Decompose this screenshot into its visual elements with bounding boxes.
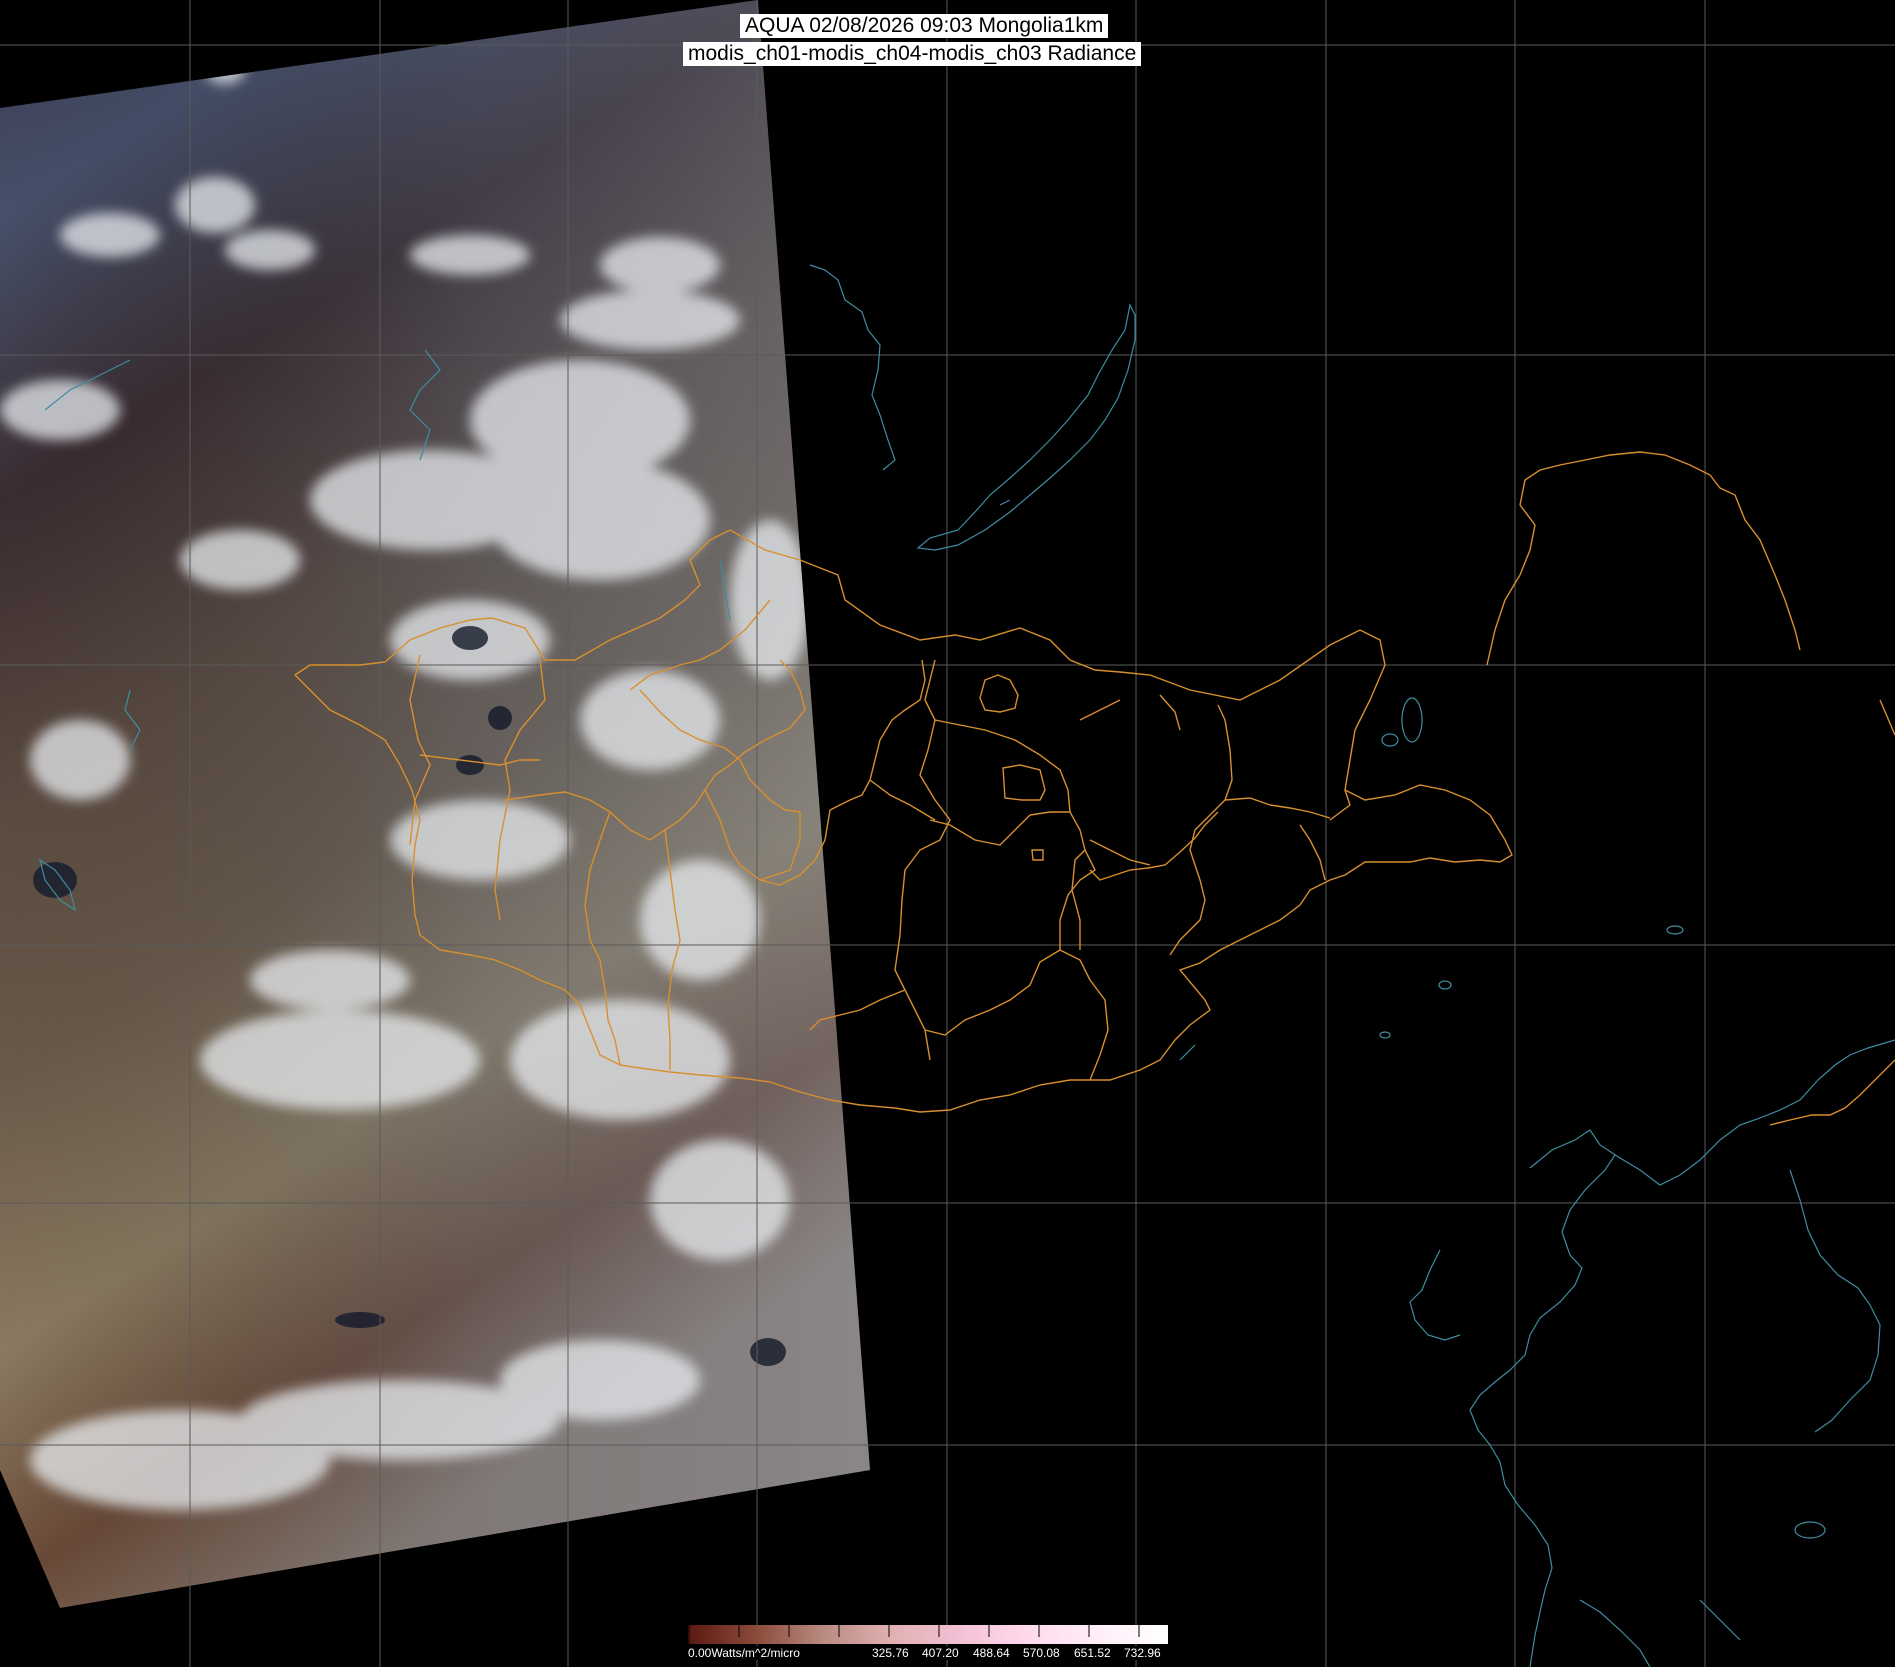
colorbar-tick-label: 325.76	[872, 1646, 909, 1660]
map-title-line1: AQUA 02/08/2026 09:03 Mongolia1km	[740, 14, 1109, 38]
colorbar-tick-label: 570.08	[1023, 1646, 1060, 1660]
colorbar-tick-label: 488.64	[973, 1646, 1010, 1660]
colorbar-unit-label: 0.00Watts/m^2/micro	[688, 1646, 800, 1660]
colorbar-tick-label: 732.96	[1124, 1646, 1161, 1660]
satellite-map	[0, 0, 1895, 1667]
swath-image	[0, 0, 870, 1608]
colorbar-tick-label: 407.20	[922, 1646, 959, 1660]
colorbar-tick-label: 651.52	[1074, 1646, 1111, 1660]
colorbar-gradient	[688, 1625, 1168, 1644]
map-title-line2: modis_ch01-modis_ch04-modis_ch03 Radianc…	[683, 42, 1142, 66]
colorbar	[688, 1625, 1168, 1644]
lake-baikal	[916, 303, 1136, 551]
